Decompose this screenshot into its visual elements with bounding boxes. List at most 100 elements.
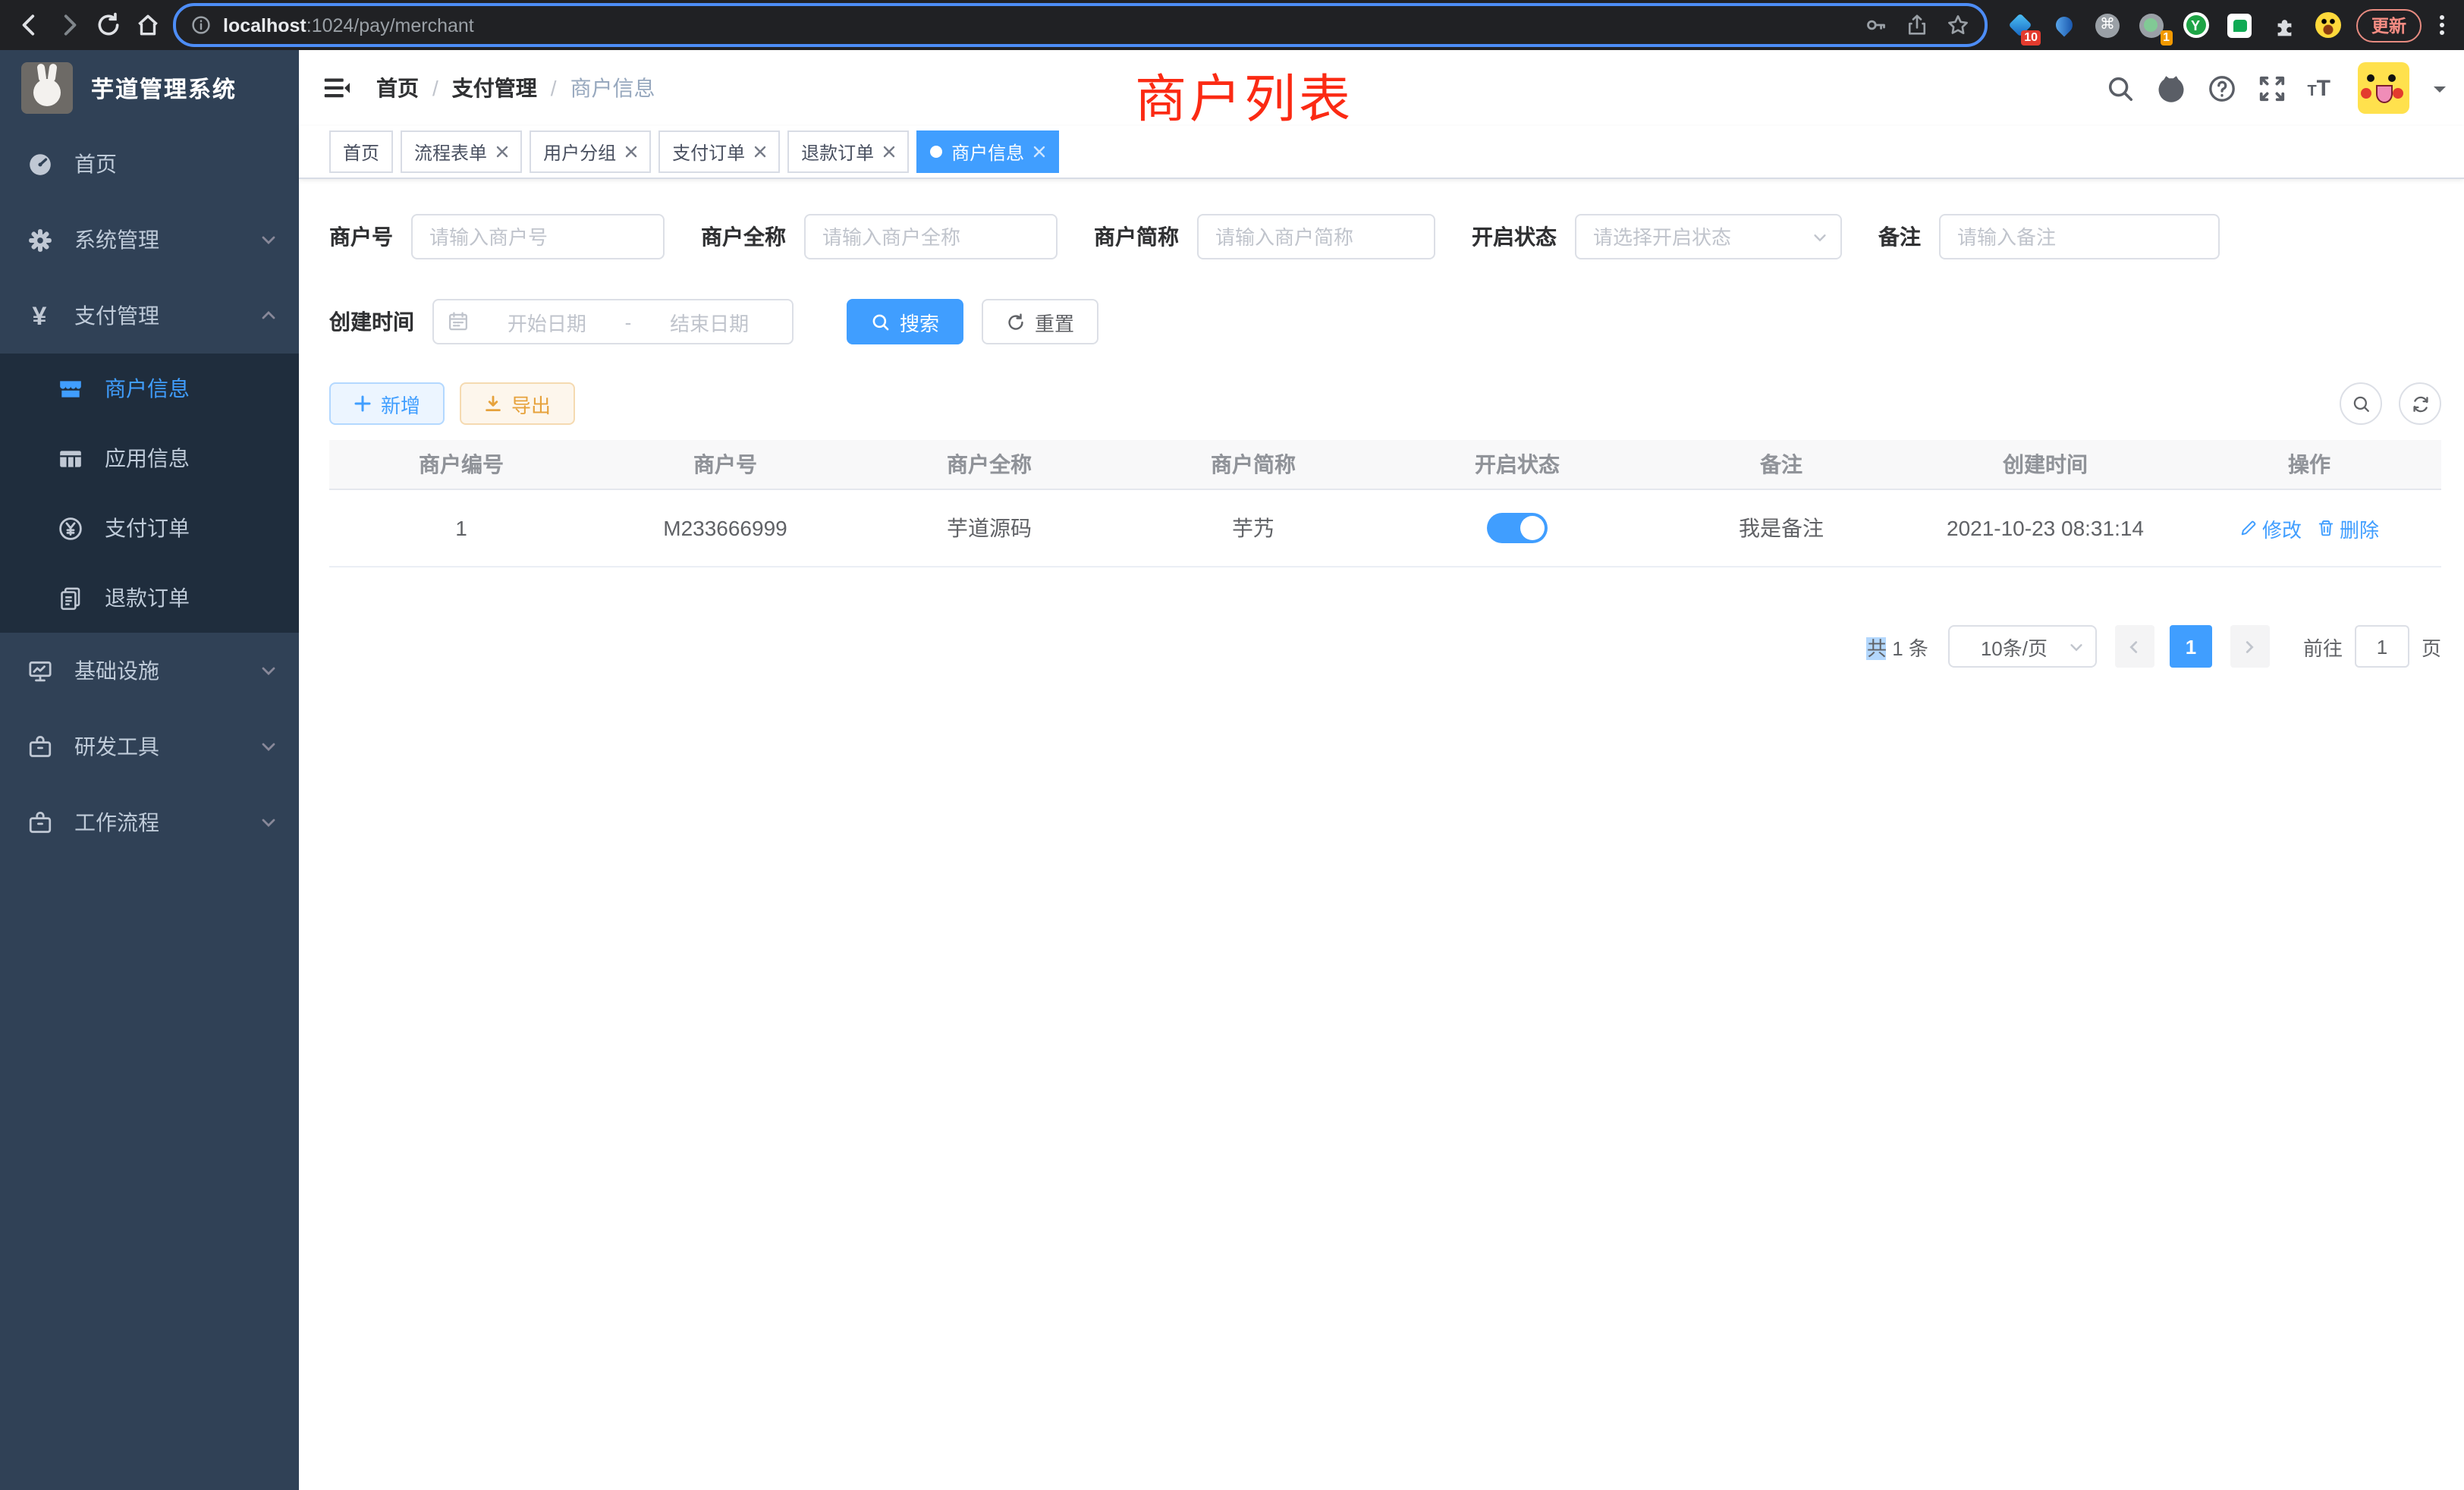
- sidebar-item-merchant-info[interactable]: 商户信息: [0, 354, 299, 423]
- address-bar[interactable]: localhost:1024/pay/merchant: [173, 3, 1988, 47]
- sidebar-item-workflow[interactable]: 工作流程: [0, 784, 299, 860]
- extension-pin-icon[interactable]: [2050, 11, 2077, 39]
- fullscreen-icon[interactable]: [2257, 74, 2286, 102]
- page-content: 商户号 商户全称 商户简称 开启状态: [299, 179, 2464, 1490]
- help-icon[interactable]: [2207, 74, 2236, 102]
- download-icon: [484, 395, 502, 413]
- remark-input[interactable]: [1939, 214, 2220, 259]
- delete-link[interactable]: 删除: [2317, 514, 2379, 542]
- extension-pinned-icon[interactable]: 10: [2006, 11, 2033, 39]
- page-number-1[interactable]: 1: [2170, 625, 2212, 668]
- reset-button[interactable]: 重置: [982, 299, 1098, 344]
- page-size-select[interactable]: 10条/页: [1948, 625, 2097, 668]
- search-icon: [871, 312, 891, 332]
- merchant-no-input[interactable]: [411, 214, 665, 259]
- date-range-picker[interactable]: 开始日期 - 结束日期: [432, 299, 794, 344]
- sidebar-item-app-info[interactable]: 应用信息: [0, 423, 299, 493]
- goto-suffix: 页: [2422, 632, 2441, 661]
- tab-user-group[interactable]: 用户分组: [530, 130, 651, 173]
- prev-page-button[interactable]: [2115, 625, 2154, 668]
- screen: localhost:1024/pay/merchant 10 ⌘ 1 Y: [0, 0, 2464, 1490]
- close-icon[interactable]: [625, 146, 637, 158]
- tab-home[interactable]: 首页: [329, 130, 393, 173]
- status-toggle[interactable]: [1487, 513, 1548, 543]
- sidebar-item-home[interactable]: 首页: [0, 126, 299, 202]
- tab-process-form[interactable]: 流程表单: [401, 130, 522, 173]
- profile-avatar-icon[interactable]: [2314, 11, 2341, 39]
- breadcrumb-home[interactable]: 首页: [376, 73, 419, 103]
- browser-forward-icon[interactable]: [49, 5, 88, 45]
- browser-back-icon[interactable]: [9, 5, 49, 45]
- date-start-placeholder[interactable]: 开始日期: [478, 307, 616, 336]
- gear-icon: [26, 227, 53, 253]
- export-button[interactable]: 导出: [460, 382, 575, 425]
- cell-remark: 我是备注: [1649, 490, 1913, 566]
- extension-command-icon[interactable]: ⌘: [2094, 11, 2121, 39]
- next-page-button[interactable]: [2230, 625, 2270, 668]
- browser-home-icon[interactable]: [127, 5, 167, 45]
- close-icon[interactable]: [1033, 146, 1045, 158]
- total-count: 共 1 条: [1867, 632, 1928, 661]
- close-icon[interactable]: [754, 146, 766, 158]
- table-header-row: 商户编号 商户号 商户全称 商户简称 开启状态 备注 创建时间 操作: [329, 440, 2441, 490]
- chevron-down-icon: [259, 662, 278, 680]
- site-info-icon[interactable]: [191, 15, 211, 35]
- goto-label: 前往: [2303, 632, 2343, 661]
- extension-chat-icon[interactable]: [2226, 11, 2253, 39]
- browser-menu-icon[interactable]: [2431, 15, 2452, 35]
- extensions-puzzle-icon[interactable]: [2270, 11, 2297, 39]
- pagination: 共 1 条 10条/页 1 前往 页: [329, 625, 2441, 668]
- sidebar-item-system[interactable]: 系统管理: [0, 202, 299, 278]
- search-form-row-1: 商户号 商户全称 商户简称 开启状态: [329, 214, 2441, 259]
- sidebar-menu: 首页 系统管理 ¥ 支付管理: [0, 126, 299, 1490]
- status-select[interactable]: [1575, 214, 1842, 259]
- sidebar-item-refund-order[interactable]: 退款订单: [0, 563, 299, 633]
- password-key-icon[interactable]: [1865, 14, 1887, 36]
- close-icon[interactable]: [496, 146, 508, 158]
- close-icon[interactable]: [883, 146, 895, 158]
- refresh-table-button[interactable]: [2399, 382, 2441, 425]
- active-tab-dot: [930, 146, 942, 158]
- collapse-sidebar-icon[interactable]: [322, 73, 352, 103]
- header-search-icon[interactable]: [2105, 74, 2134, 102]
- merchant-fullname-input[interactable]: [804, 214, 1058, 259]
- share-icon[interactable]: [1906, 14, 1928, 36]
- merchant-shortname-input[interactable]: [1197, 214, 1435, 259]
- table-row: 1 M233666999 芋道源码 芋艿 我是备注 2021-10-23 08:…: [329, 490, 2441, 566]
- date-end-placeholder[interactable]: 结束日期: [640, 307, 778, 336]
- font-size-icon[interactable]: TT: [2307, 77, 2330, 99]
- sidebar: 芋道管理系统 首页 系统管理 ¥: [0, 50, 299, 1490]
- extension-badge: 10: [2021, 30, 2041, 45]
- sidebar-item-pay[interactable]: ¥ 支付管理: [0, 278, 299, 354]
- hide-search-button[interactable]: [2340, 382, 2382, 425]
- search-button[interactable]: 搜索: [847, 299, 963, 344]
- tab-refund-order[interactable]: 退款订单: [787, 130, 909, 173]
- url-host: localhost: [223, 14, 306, 36]
- breadcrumb-pay[interactable]: 支付管理: [452, 73, 537, 103]
- app-logo[interactable]: 芋道管理系统: [0, 50, 299, 126]
- tab-pay-order[interactable]: 支付订单: [658, 130, 780, 173]
- breadcrumb-current: 商户信息: [570, 73, 655, 103]
- browser-reload-icon[interactable]: [88, 5, 127, 45]
- status-select-input[interactable]: [1575, 214, 1842, 259]
- user-menu-caret-icon[interactable]: [2434, 86, 2446, 99]
- grid-icon: [56, 445, 83, 471]
- extension-recorder-icon[interactable]: 1: [2138, 11, 2165, 39]
- chrome-update-button[interactable]: 更新: [2356, 8, 2422, 42]
- sidebar-item-pay-order[interactable]: 支付订单: [0, 493, 299, 563]
- bookmark-star-icon[interactable]: [1947, 14, 1969, 36]
- user-avatar[interactable]: [2358, 62, 2409, 114]
- edit-link[interactable]: 修改: [2239, 514, 2302, 542]
- chevron-up-icon: [259, 306, 278, 325]
- trash-icon: [2317, 519, 2335, 537]
- goto-page-input[interactable]: [2355, 625, 2409, 668]
- sidebar-item-devtools[interactable]: 研发工具: [0, 709, 299, 784]
- sidebar-item-infra[interactable]: 基础设施: [0, 633, 299, 709]
- add-button[interactable]: 新增: [329, 382, 445, 425]
- plus-icon: [354, 395, 372, 413]
- tab-merchant-info[interactable]: 商户信息: [916, 130, 1059, 173]
- extension-y-icon[interactable]: Y: [2182, 11, 2209, 39]
- annotation-text: 商户列表: [1135, 58, 1353, 132]
- github-icon[interactable]: [2155, 73, 2186, 103]
- merchant-shortname-label: 商户简称: [1094, 222, 1179, 252]
